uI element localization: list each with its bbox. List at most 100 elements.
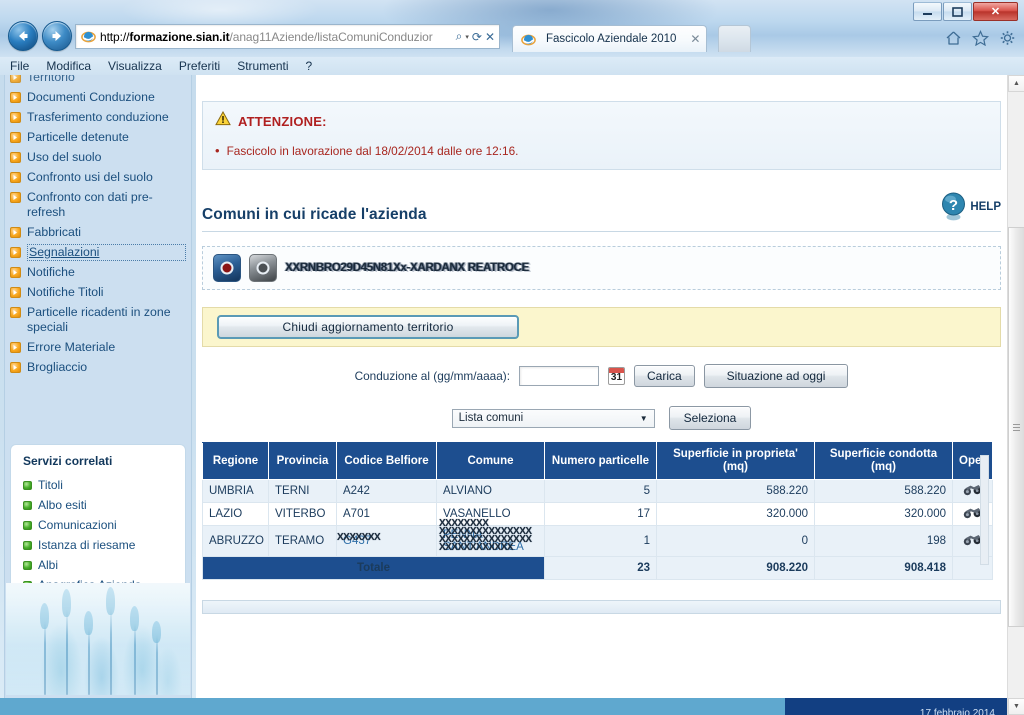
cell-superficie-condotta: 588.220 (814, 479, 953, 503)
sidebar-nav-list: Territorio Documenti Conduzione Trasferime… (6, 75, 188, 377)
scroll-up-button[interactable]: ▲ (1008, 75, 1024, 92)
cud-blue-icon[interactable] (213, 254, 241, 282)
table-row[interactable]: ABRUZZO TERAMO G437 XXXXXXX PENNA SANT'ANDRE… (202, 519, 993, 557)
bottom-input-field[interactable] (202, 600, 1001, 614)
warning-header: ATTENZIONE: (215, 110, 988, 131)
home-icon[interactable] (944, 29, 962, 47)
table-row[interactable]: LAZIO VITERBO A701 VASANELLO 17 320.000 320.00… (202, 502, 993, 526)
table-body: UMBRIA TERNI A242 ALVIANO 5 588.220 588.220 LAZ… (202, 479, 993, 580)
warning-message: Fascicolo in lavorazione dal 18/02/2014 … (215, 143, 988, 158)
sidebar-item-documenti-conduzione[interactable]: Documenti Conduzione (6, 87, 188, 107)
page-viewport: Territorio Documenti Conduzione Trasferime… (0, 75, 1007, 715)
sidebar-item-particelle-detenute[interactable]: Particelle detenute (6, 127, 188, 147)
back-button[interactable] (8, 21, 38, 51)
sidebar-item-confronto-usi-del-suolo[interactable]: Confronto usi del suolo (6, 167, 188, 187)
menu-item-help[interactable]: ? (306, 59, 313, 73)
company-identifier-redacted: XXRNBRO29D45N81Xx-XARDANX REATROCE (285, 262, 529, 274)
cell-regione: LAZIO (202, 502, 269, 526)
load-button[interactable]: Carica (633, 365, 695, 387)
sidebar-item-label: Confronto usi del suolo (27, 169, 153, 184)
related-service-label: Comunicazioni (38, 518, 117, 532)
chevron-down-icon[interactable]: ▾ (465, 33, 469, 41)
total-numero-particelle: 23 (544, 556, 657, 580)
svg-text:?: ? (949, 197, 958, 214)
menu-item-visualizza[interactable]: Visualizza (108, 59, 162, 73)
calendar-icon[interactable]: 31 (607, 367, 625, 385)
inner-scrollbar[interactable] (980, 455, 989, 565)
footer-date-block: 17 febbraio 2014 (785, 698, 1007, 715)
sidebar-item-notifiche[interactable]: Notifiche (6, 262, 188, 282)
url-text: http://formazione.sian.it/anag11Aziende/… (100, 29, 433, 44)
sidebar-item-confronto-con-dati-pre-refresh[interactable]: Confronto con dati pre-refresh (6, 187, 188, 222)
cud-gray-icon[interactable] (249, 254, 277, 282)
refresh-icon[interactable]: ⟳ (472, 30, 482, 44)
table-col-header: Comune (436, 442, 545, 480)
conduzione-date-input[interactable] (518, 366, 599, 386)
sidebar-item-trasferimento-conduzione[interactable]: Trasferimento conduzione (6, 107, 188, 127)
footer-date: 17 febbraio 2014 (919, 708, 995, 715)
related-service-label: Albo esiti (38, 498, 87, 512)
scrollbar-thumb[interactable] (1008, 227, 1024, 627)
cell-comune: PENNA SANT'ANDREA XXXXXXXX XXXXXXXXXXXXXX… (436, 519, 545, 557)
lista-comuni-select[interactable]: Lista comuni ▼ (451, 408, 655, 428)
close-button[interactable]: ✕ (973, 2, 1018, 21)
window-controls: ✕ (913, 2, 1018, 21)
close-territory-update-button[interactable]: Chiudi aggiornamento territorio (217, 315, 519, 339)
sidebar-item-label: Fabbricati (27, 224, 81, 239)
related-service-titoli[interactable]: Titoli (23, 475, 175, 495)
search-icon[interactable]: ⌕ (456, 29, 463, 44)
sidebar-item-particelle-ricadenti-in-zone-speciali[interactable]: Particelle ricadenti in zone speciali (6, 302, 188, 337)
cell-superficie-proprieta: 0 (656, 525, 815, 557)
main-content: ATTENZIONE: Fascicolo in lavorazione dal… (196, 75, 1007, 715)
menu-item-file[interactable]: File (10, 59, 29, 73)
sidebar-item-uso-del-suolo[interactable]: Uso del suolo (6, 147, 188, 167)
page-title: Comuni in cui ricade l'azienda (202, 206, 427, 223)
favorites-star-icon[interactable] (971, 29, 989, 47)
arrow-right-icon (10, 91, 21, 103)
address-bar[interactable]: http://formazione.sian.it/anag11Aziende/… (75, 24, 500, 49)
sidebar-item-brogliaccio[interactable]: Brogliaccio (6, 357, 188, 377)
situazione-ad-oggi-button[interactable]: Situazione ad oggi (703, 364, 849, 388)
table-row[interactable]: UMBRIA TERNI A242 ALVIANO 5 588.220 588.220 (202, 479, 993, 503)
seleziona-button[interactable]: Seleziona (668, 406, 752, 430)
related-service-albi[interactable]: Albi (23, 555, 175, 575)
stop-icon[interactable]: ✕ (485, 30, 495, 44)
menu-item-preferiti[interactable]: Preferiti (179, 59, 220, 73)
sidebar-item-fabbricati[interactable]: Fabbricati (6, 222, 188, 242)
sidebar-item-errore-materiale[interactable]: Errore Materiale (6, 337, 188, 357)
menu-item-strumenti[interactable]: Strumenti (237, 59, 288, 73)
comuni-table-wrapper: Regione Provincia Codice Belfiore Comune Num… (202, 442, 1001, 580)
gear-icon[interactable] (998, 29, 1016, 47)
arrow-right-icon (10, 266, 21, 278)
minimize-button[interactable] (913, 2, 942, 21)
cell-provincia: TERAMO (268, 525, 337, 557)
browser-command-icons (944, 29, 1016, 47)
scroll-down-button[interactable]: ▼ (1008, 698, 1024, 715)
cell-superficie-proprieta: 320.000 (656, 502, 815, 526)
sidebar-item-segnalazioni[interactable]: Segnalazioni (6, 242, 188, 262)
arrow-right-icon (10, 286, 21, 298)
cell-superficie-condotta: 320.000 (814, 502, 953, 526)
page-scrollbar[interactable]: ▲ ▼ (1007, 75, 1024, 715)
warning-heading: ATTENZIONE: (238, 113, 327, 129)
window-chrome: ✕ http://formazione.sian.it/anag11Aziend… (0, 0, 1024, 57)
sidebar: Territorio Documenti Conduzione Trasferime… (0, 75, 196, 715)
sidebar-item-notifiche-titoli[interactable]: Notifiche Titoli (6, 282, 188, 302)
related-service-albo-esiti[interactable]: Albo esiti (23, 495, 175, 515)
table-col-header: Superficie condotta (mq) (814, 442, 953, 480)
related-service-istanza-di-riesame[interactable]: Istanza di riesame (23, 535, 175, 555)
restore-button[interactable] (943, 2, 972, 21)
conduzione-date-label: Conduzione al (gg/mm/aaaa): (354, 369, 510, 383)
related-service-comunicazioni[interactable]: Comunicazioni (23, 515, 175, 535)
decorative-wheat-image (6, 583, 190, 695)
sidebar-item-territorio[interactable]: Territorio (6, 75, 188, 87)
forward-button[interactable] (42, 21, 72, 51)
menu-item-modifica[interactable]: Modifica (46, 59, 91, 73)
cell-provincia: VITERBO (268, 502, 337, 526)
help-button[interactable]: ? HELP (940, 192, 1001, 224)
close-update-bar: Chiudi aggiornamento territorio (202, 307, 1001, 347)
cell-regione: ABRUZZO (202, 525, 269, 557)
related-services-panel: Servizi correlati Titoli Albo esiti Comuni… (10, 444, 186, 606)
related-service-label: Istanza di riesame (38, 538, 136, 552)
cell-provincia: TERNI (268, 479, 337, 503)
